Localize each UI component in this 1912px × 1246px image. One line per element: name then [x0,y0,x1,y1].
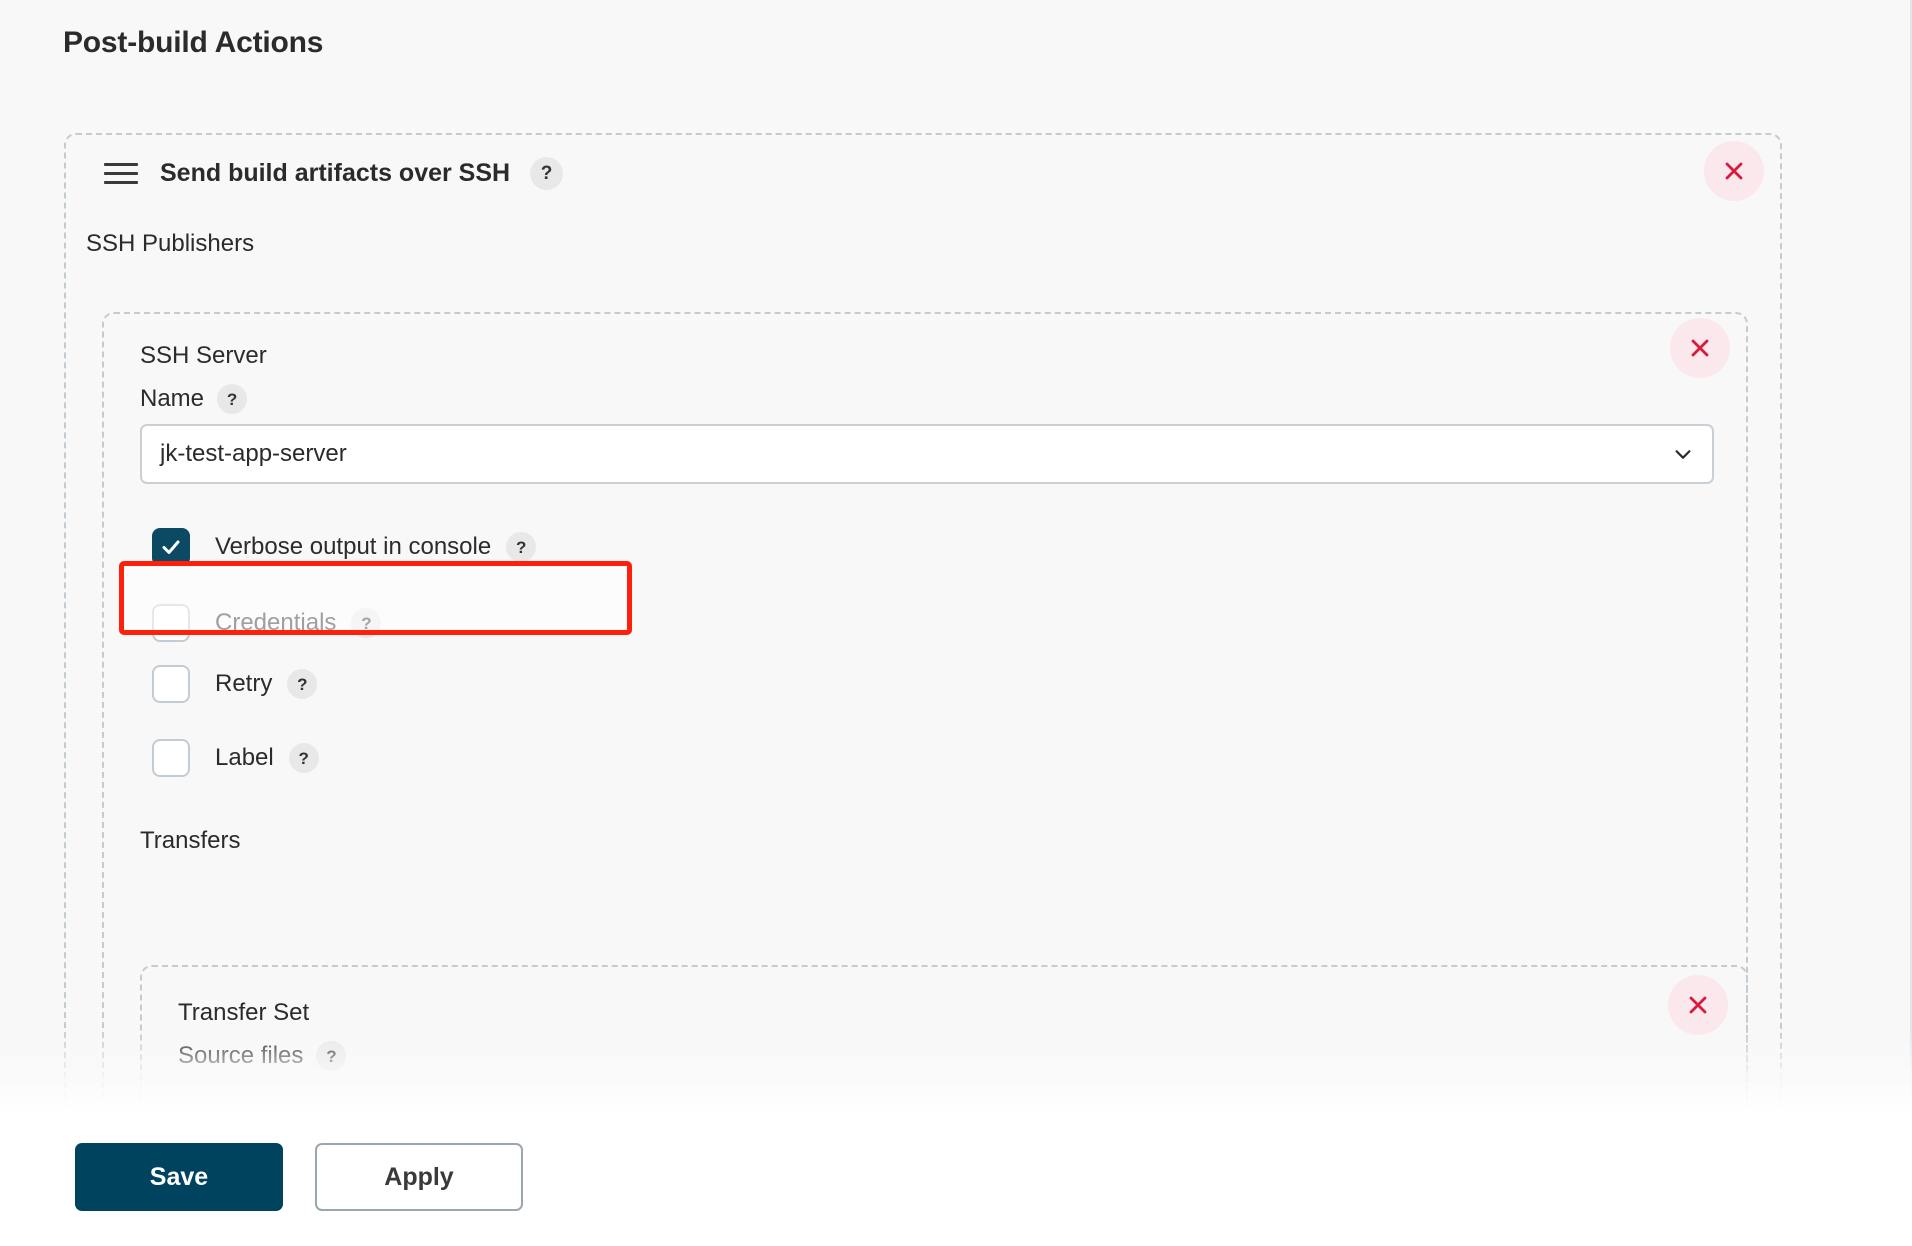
checkbox-row-label[interactable]: Label ? [152,739,319,777]
post-build-actions-page: Post-build Actions Send build artifacts … [0,0,1912,1246]
post-build-action-panel: Send build artifacts over SSH ? SSH Publ… [64,133,1782,1114]
ssh-server-panel: SSH Server Name ? jk-test-app-server Ver… [102,312,1748,1114]
help-icon-retry[interactable]: ? [287,669,318,699]
checkmark-icon [162,540,180,554]
ssh-server-selected-value: jk-test-app-server [160,440,347,467]
transfer-set-panel: Transfer Set Source files ? [140,965,1748,1114]
help-icon-label[interactable]: ? [288,743,319,773]
help-icon-send-build-artifacts[interactable]: ? [530,157,564,190]
checkbox-credentials[interactable] [152,604,190,642]
ssh-publishers-label: SSH Publishers [86,230,255,257]
help-icon-ssh-server-name[interactable]: ? [217,384,248,414]
checkbox-row-verbose-output[interactable]: Verbose output in console ? [152,528,537,566]
checkbox-label[interactable] [152,739,190,777]
chevron-down-icon [1675,450,1691,459]
ssh-server-heading: SSH Server [140,342,267,370]
ssh-server-heading-text: SSH Server [140,342,267,369]
checkbox-row-credentials[interactable]: Credentials ? [152,604,382,642]
configuration-scroll-area[interactable]: Post-build Actions Send build artifacts … [0,0,1912,1114]
transfers-heading: Transfers [140,827,241,854]
close-x-icon [1691,339,1709,357]
transfer-set-heading: Transfer Set [178,999,309,1027]
transfer-set-heading-text: Transfer Set [178,999,310,1026]
help-icon-source-files[interactable]: ? [316,1041,347,1071]
close-x-icon [1689,996,1707,1014]
help-icon-verbose-output[interactable]: ? [506,532,537,562]
checkbox-label-label: Label [215,744,274,771]
checkbox-label-verbose-output: Verbose output in console [215,533,492,560]
ssh-server-name-select[interactable]: jk-test-app-server [140,424,1714,484]
remove-post-build-action-button[interactable] [1704,141,1764,201]
form-footer-bar: Save Apply [0,1114,1912,1246]
ssh-server-name-label-text: Name [140,385,205,412]
checkbox-label-credentials: Credentials [215,609,337,636]
source-files-label: Source files ? [178,1041,347,1071]
post-build-action-header: Send build artifacts over SSH ? [104,157,564,190]
post-build-action-title: Send build artifacts over SSH [160,159,511,187]
checkbox-row-retry[interactable]: Retry ? [152,665,318,703]
page-title: Post-build Actions [63,26,324,59]
checkbox-label-retry: Retry [215,670,273,697]
ssh-server-name-label: Name ? [140,384,248,414]
checkbox-verbose-output[interactable] [152,528,190,566]
remove-transfer-set-button[interactable] [1668,975,1728,1035]
checkbox-retry[interactable] [152,665,190,703]
hamburger-drag-icon[interactable] [104,161,138,187]
remove-ssh-server-button[interactable] [1670,318,1730,378]
help-icon-credentials[interactable]: ? [351,608,382,638]
apply-button[interactable]: Apply [315,1143,523,1211]
save-button[interactable]: Save [75,1143,283,1211]
close-x-icon [1725,162,1743,180]
source-files-label-text: Source files [178,1042,304,1069]
